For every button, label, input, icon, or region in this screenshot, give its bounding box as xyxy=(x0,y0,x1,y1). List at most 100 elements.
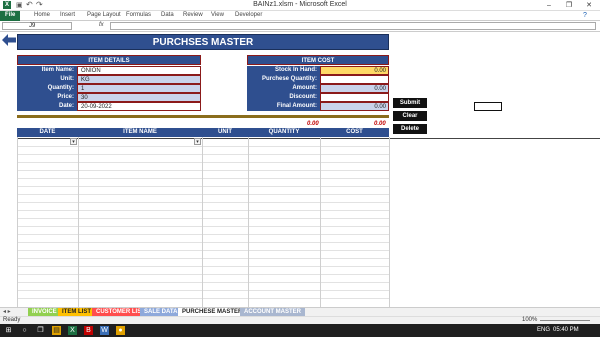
amount-value: 0.00 xyxy=(320,84,389,93)
file-explorer-icon[interactable]: ▤ xyxy=(52,326,61,335)
sheet-tabs: ◂ ▸ INVOICE ITEM LIST CUSTOMER LIST SALE… xyxy=(0,307,600,317)
excel-taskbar-icon[interactable]: X xyxy=(68,326,77,335)
back-arrow-icon[interactable] xyxy=(2,34,16,46)
table-top-border xyxy=(17,138,600,139)
table-row xyxy=(17,234,389,235)
table-row xyxy=(17,170,389,171)
tab-view[interactable]: View xyxy=(211,12,224,18)
table-row xyxy=(17,210,389,211)
table-column-line xyxy=(202,137,203,309)
table-column-line xyxy=(389,137,390,309)
clear-button[interactable]: Clear xyxy=(393,111,427,121)
selected-cell[interactable] xyxy=(474,102,502,111)
unit-field[interactable]: KG xyxy=(77,75,201,84)
tab-data[interactable]: Data xyxy=(161,12,174,18)
page-title: PURCHSES MASTER xyxy=(17,34,389,50)
discount-label: Discount: xyxy=(247,93,320,102)
search-icon[interactable]: ○ xyxy=(20,326,29,335)
item-cost-heading: ITEM COST xyxy=(247,55,389,65)
item-details-heading: ITEM DETAILS xyxy=(17,55,201,65)
table-row xyxy=(17,298,389,299)
table-row xyxy=(17,250,389,251)
table-column-line xyxy=(78,137,79,309)
table-row xyxy=(17,218,389,219)
table-row xyxy=(17,242,389,243)
table-row xyxy=(17,226,389,227)
stock-in-hand-value: 0.00 xyxy=(320,66,389,75)
taskbar: ⊞ ○ ❐ ▤ X B W ● ENG 05:40 PM xyxy=(0,324,600,337)
title-bar: X ▣ ↶ ↷ BAINz1.xlsm - Microsoft Excel – … xyxy=(0,0,600,11)
item-filter-dropdown-icon[interactable]: ▾ xyxy=(194,138,201,145)
word-taskbar-icon[interactable]: W xyxy=(100,326,109,335)
restore-icon[interactable]: ❐ xyxy=(560,0,578,11)
minimize-icon[interactable]: – xyxy=(540,0,558,11)
table-row xyxy=(17,282,389,283)
table-row xyxy=(17,290,389,291)
tab-page-layout[interactable]: Page Layout xyxy=(87,12,121,18)
col-quantity: QUANTITY xyxy=(268,129,300,135)
status-bar: Ready 100% xyxy=(0,316,600,324)
tab-file[interactable]: File xyxy=(0,11,21,21)
table-row xyxy=(17,274,389,275)
date-field[interactable]: 20-09-2022 xyxy=(77,102,201,111)
quantity-label: Quantity: xyxy=(17,84,77,93)
tab-insert[interactable]: Insert xyxy=(60,12,75,18)
status-ready: Ready xyxy=(3,317,21,323)
chrome-taskbar-icon[interactable]: ● xyxy=(116,326,125,335)
final-amount-value: 0.00 xyxy=(320,102,389,111)
submit-button[interactable]: Submit xyxy=(393,98,427,108)
final-amount-label: Final Amount: xyxy=(247,102,320,111)
date-filter-dropdown-icon[interactable]: ▾ xyxy=(70,138,77,145)
help-icon[interactable]: ? xyxy=(583,12,587,19)
item-cost-form: Stock In Hand: 0.00 Purchese Quantity: A… xyxy=(247,66,389,112)
delete-button[interactable]: Delete xyxy=(393,124,427,134)
stock-in-hand-label: Stock In Hand: xyxy=(247,66,320,75)
col-unit: UNIT xyxy=(218,129,232,135)
table-row xyxy=(17,194,389,195)
tab-review[interactable]: Review xyxy=(183,12,203,18)
table-header: DATE ITEM NAME UNIT QUANTITY COST xyxy=(17,128,389,137)
language-indicator[interactable]: ENG xyxy=(537,327,550,333)
col-date: DATE xyxy=(39,129,56,135)
unit-label: Unit: xyxy=(17,75,77,84)
fx-icon[interactable]: fx xyxy=(99,22,104,28)
tab-developer[interactable]: Developer xyxy=(235,12,262,18)
windows-start-icon[interactable]: ⊞ xyxy=(4,326,13,335)
table-column-line xyxy=(320,137,321,309)
table-row xyxy=(17,146,389,147)
table-column-line xyxy=(248,137,249,309)
close-icon[interactable]: ✕ xyxy=(580,0,598,11)
amount-label: Amount: xyxy=(247,84,320,93)
price-field[interactable]: 30 xyxy=(77,93,201,102)
formula-input[interactable] xyxy=(110,22,596,30)
window-title: BAINz1.xlsm - Microsoft Excel xyxy=(253,1,347,8)
table-column-line xyxy=(17,137,18,309)
name-box[interactable]: J9 xyxy=(2,22,72,30)
discount-field[interactable] xyxy=(320,93,389,102)
tab-formulas[interactable]: Formulas xyxy=(126,12,151,18)
col-item-name: ITEM NAME xyxy=(123,129,157,135)
total-right: 0.00 xyxy=(374,121,386,127)
zoom-slider[interactable] xyxy=(540,320,590,321)
table-row xyxy=(17,178,389,179)
table-row xyxy=(17,162,389,163)
quantity-field[interactable]: 1 xyxy=(77,84,201,93)
table-row xyxy=(17,154,389,155)
purchese-quantity-label: Purchese Quantity: xyxy=(247,75,320,84)
app-taskbar-icon[interactable]: B xyxy=(84,326,93,335)
task-view-icon[interactable]: ❐ xyxy=(36,326,45,335)
clock[interactable]: 05:40 PM xyxy=(553,327,579,333)
formula-bar: J9 fx xyxy=(0,21,600,32)
divider xyxy=(17,115,389,118)
table-row xyxy=(17,266,389,267)
ribbon-tabs: File Home Insert Page Layout Formulas Da… xyxy=(0,11,600,21)
tab-nav-icon[interactable]: ◂ ▸ xyxy=(3,308,11,315)
total-left: 0.00 xyxy=(307,121,319,127)
purchese-quantity-field[interactable] xyxy=(320,75,389,84)
zoom-level[interactable]: 100% xyxy=(522,317,537,323)
item-details-form: Item Name: ONION Unit: KG Quantity: 1 Pr… xyxy=(17,66,201,112)
item-name-field[interactable]: ONION xyxy=(77,66,201,75)
tab-home[interactable]: Home xyxy=(34,12,50,18)
date-label: Date: xyxy=(17,102,77,111)
table-row xyxy=(17,202,389,203)
